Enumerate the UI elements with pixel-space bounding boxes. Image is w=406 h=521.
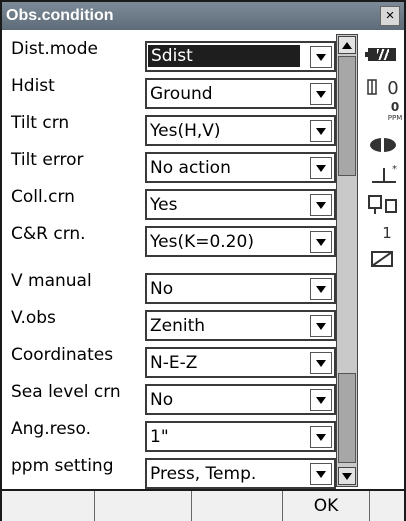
- chevron-down-icon[interactable]: [310, 352, 332, 374]
- target-value: 0: [387, 78, 399, 99]
- battery-icon: [365, 48, 396, 61]
- chevron-down-icon[interactable]: [310, 231, 332, 253]
- scroll-down-button[interactable]: [338, 467, 356, 485]
- status-bar: 0 0 PPM * 1: [362, 34, 404, 489]
- chevron-down-icon[interactable]: [310, 157, 332, 179]
- c-r-crn-label: C&R crn.: [11, 224, 86, 244]
- hdist-value: Ground: [150, 84, 213, 104]
- scroll-track-segment: [338, 373, 356, 463]
- coll-crn-value: Yes: [150, 195, 178, 215]
- obs-condition-window: Obs.condition × Dist.mode Sdist Hdist Gr…: [0, 0, 406, 521]
- tilt-error-select[interactable]: No action: [145, 152, 336, 183]
- ppm-value: 0: [390, 100, 400, 114]
- row-tilt-crn: Tilt crn Yes(H,V): [8, 110, 338, 146]
- input-mode-value: 1: [382, 224, 392, 242]
- coordinates-select[interactable]: N-E-Z: [145, 347, 336, 378]
- row-v-obs: V.obs Zenith: [8, 305, 338, 341]
- tilt-icon: *: [372, 164, 397, 183]
- interface-icon: [368, 195, 397, 214]
- row-sea-level-crn: Sea level crn No: [8, 379, 338, 415]
- ppm-setting-value: Press, Temp.: [150, 464, 257, 484]
- chevron-down-icon[interactable]: [310, 278, 332, 300]
- softkey-bar: OK: [2, 489, 404, 521]
- softkey-1[interactable]: [2, 491, 95, 521]
- dist-mode-value: Sdist: [148, 45, 300, 67]
- softkey-3[interactable]: [192, 491, 283, 521]
- row-coordinates: Coordinates N-E-Z: [8, 342, 338, 378]
- v-obs-label: V.obs: [11, 308, 56, 328]
- title-bar: Obs.condition ×: [2, 2, 404, 30]
- ang-reso-select[interactable]: 1": [145, 421, 336, 452]
- ang-reso-value: 1": [150, 427, 169, 447]
- tilt-error-value: No action: [150, 158, 231, 178]
- row-tilt-error: Tilt error No action: [8, 147, 338, 183]
- window-title: Obs.condition: [6, 7, 114, 24]
- sea-level-crn-label: Sea level crn: [11, 382, 121, 402]
- ppm-unit: PPM: [387, 114, 403, 122]
- v-manual-value: No: [150, 279, 174, 299]
- tilt-error-label: Tilt error: [11, 150, 84, 170]
- sea-level-crn-value: No: [150, 390, 174, 410]
- row-hdist: Hdist Ground: [8, 73, 338, 109]
- chevron-down-icon[interactable]: [310, 389, 332, 411]
- vertical-scrollbar[interactable]: [336, 34, 358, 487]
- settings-list: Dist.mode Sdist Hdist Ground Tilt crn Ye…: [8, 36, 338, 489]
- row-dist-mode: Dist.mode Sdist: [8, 36, 338, 72]
- ppm-setting-label: ppm setting: [11, 456, 114, 476]
- coll-crn-label: Coll.crn: [11, 187, 75, 207]
- row-c-r-crn: C&R crn. Yes(K=0.20): [8, 221, 338, 257]
- c-r-crn-select[interactable]: Yes(K=0.20): [145, 226, 336, 257]
- c-r-crn-value: Yes(K=0.20): [150, 232, 254, 252]
- sea-level-crn-select[interactable]: No: [145, 384, 336, 415]
- row-ppm-setting: ppm setting Press, Temp.: [8, 453, 338, 489]
- v-obs-select[interactable]: Zenith: [145, 310, 336, 341]
- chevron-down-icon[interactable]: [310, 46, 332, 68]
- ok-button[interactable]: OK: [283, 491, 370, 521]
- dist-mode-select[interactable]: Sdist: [145, 41, 336, 72]
- v-manual-select[interactable]: No: [145, 273, 336, 304]
- scroll-thumb[interactable]: [338, 56, 356, 176]
- chevron-down-icon[interactable]: [310, 120, 332, 142]
- coordinates-label: Coordinates: [11, 345, 114, 365]
- ang-reso-label: Ang.reso.: [11, 419, 92, 439]
- svg-text:*: *: [392, 164, 397, 175]
- laser-icon: [370, 138, 396, 152]
- row-v-manual: V manual No: [8, 268, 338, 304]
- softkey-2[interactable]: [95, 491, 192, 521]
- tilt-crn-value: Yes(H,V): [150, 121, 221, 141]
- memory-icon: [371, 251, 393, 267]
- v-obs-value: Zenith: [150, 316, 206, 336]
- tilt-crn-select[interactable]: Yes(H,V): [145, 115, 336, 146]
- chevron-down-icon[interactable]: [310, 426, 332, 448]
- softkey-5[interactable]: [370, 491, 404, 521]
- hdist-select[interactable]: Ground: [145, 78, 336, 109]
- dist-mode-label: Dist.mode: [11, 39, 98, 59]
- scroll-up-button[interactable]: [338, 36, 356, 54]
- row-ang-reso: Ang.reso. 1": [8, 416, 338, 452]
- v-manual-label: V manual: [11, 271, 92, 291]
- tilt-crn-label: Tilt crn: [11, 113, 70, 133]
- chevron-down-icon[interactable]: [310, 83, 332, 105]
- hdist-label: Hdist: [11, 76, 55, 96]
- coll-crn-select[interactable]: Yes: [145, 189, 336, 220]
- chevron-down-icon[interactable]: [310, 463, 332, 485]
- ppm-setting-select[interactable]: Press, Temp.: [145, 458, 336, 489]
- chevron-down-icon[interactable]: [310, 315, 332, 337]
- close-button[interactable]: ×: [380, 6, 400, 26]
- coordinates-value: N-E-Z: [150, 353, 198, 373]
- row-coll-crn: Coll.crn Yes: [8, 184, 338, 220]
- chevron-down-icon[interactable]: [310, 194, 332, 216]
